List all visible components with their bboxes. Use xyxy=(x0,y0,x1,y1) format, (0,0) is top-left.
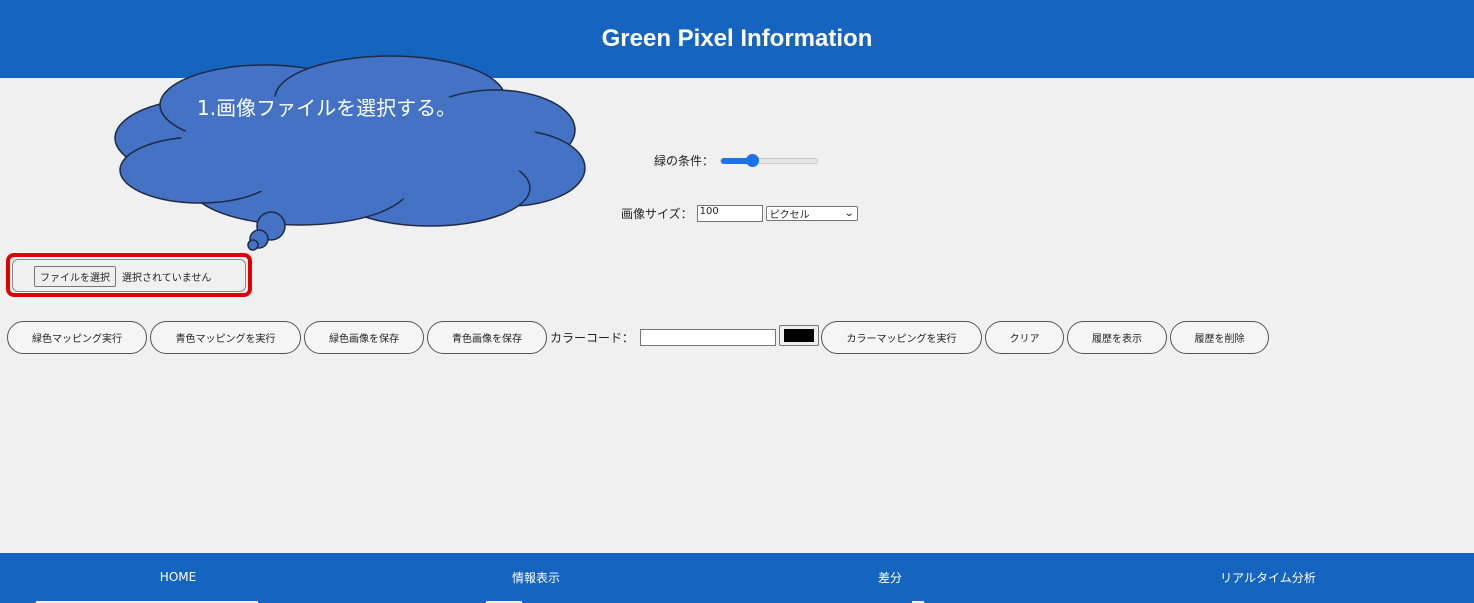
choose-file-button[interactable]: ファイルを選択 xyxy=(34,266,116,287)
green-mapping-button[interactable]: 緑色マッピング実行 xyxy=(7,321,147,354)
page-title: Green Pixel Information xyxy=(601,25,873,52)
save-green-image-button[interactable]: 緑色画像を保存 xyxy=(304,321,424,354)
save-blue-image-button[interactable]: 青色画像を保存 xyxy=(427,321,547,354)
file-status: 選択されていません xyxy=(122,273,212,284)
nav-realtime-analysis[interactable]: リアルタイム分析 xyxy=(1090,553,1446,601)
image-size-label: 画像サイズ： xyxy=(621,207,693,221)
color-mapping-button[interactable]: カラーマッピングを実行 xyxy=(821,321,982,354)
callout-text: 1.画像ファイルを選択する。 xyxy=(197,96,457,120)
image-size-unit-select[interactable]: ピクセル ⌄ xyxy=(765,206,858,221)
green-condition-slider[interactable] xyxy=(720,153,819,167)
nav-diff[interactable]: 差分 xyxy=(712,553,1068,601)
slider-thumb[interactable] xyxy=(745,153,759,167)
nav-home[interactable]: HOME xyxy=(0,553,356,601)
bottom-nav: HOME 情報表示 差分 リアルタイム分析 xyxy=(0,553,1474,603)
nav-info[interactable]: 情報表示 xyxy=(358,553,714,601)
blue-mapping-button[interactable]: 青色マッピングを実行 xyxy=(150,321,301,354)
color-picker[interactable] xyxy=(779,325,819,346)
chevron-down-icon: ⌄ xyxy=(843,208,855,219)
image-size-input[interactable]: 100 xyxy=(696,205,763,222)
green-condition-row: 緑の条件： xyxy=(654,152,819,169)
clear-button[interactable]: クリア xyxy=(985,321,1064,354)
image-size-unit-value: ピクセル xyxy=(769,210,810,221)
callout-cloud xyxy=(114,55,586,251)
delete-history-button[interactable]: 履歴を削除 xyxy=(1170,321,1269,354)
color-code-input[interactable] xyxy=(640,329,776,346)
file-picker-highlight: ファイルを選択 選択されていません xyxy=(6,253,252,297)
show-history-button[interactable]: 履歴を表示 xyxy=(1067,321,1167,354)
color-swatch xyxy=(784,329,814,342)
color-code-label: カラーコード： xyxy=(550,331,635,345)
image-size-row: 画像サイズ： 100 ピクセル ⌄ xyxy=(621,205,858,222)
green-condition-label: 緑の条件： xyxy=(654,154,715,168)
